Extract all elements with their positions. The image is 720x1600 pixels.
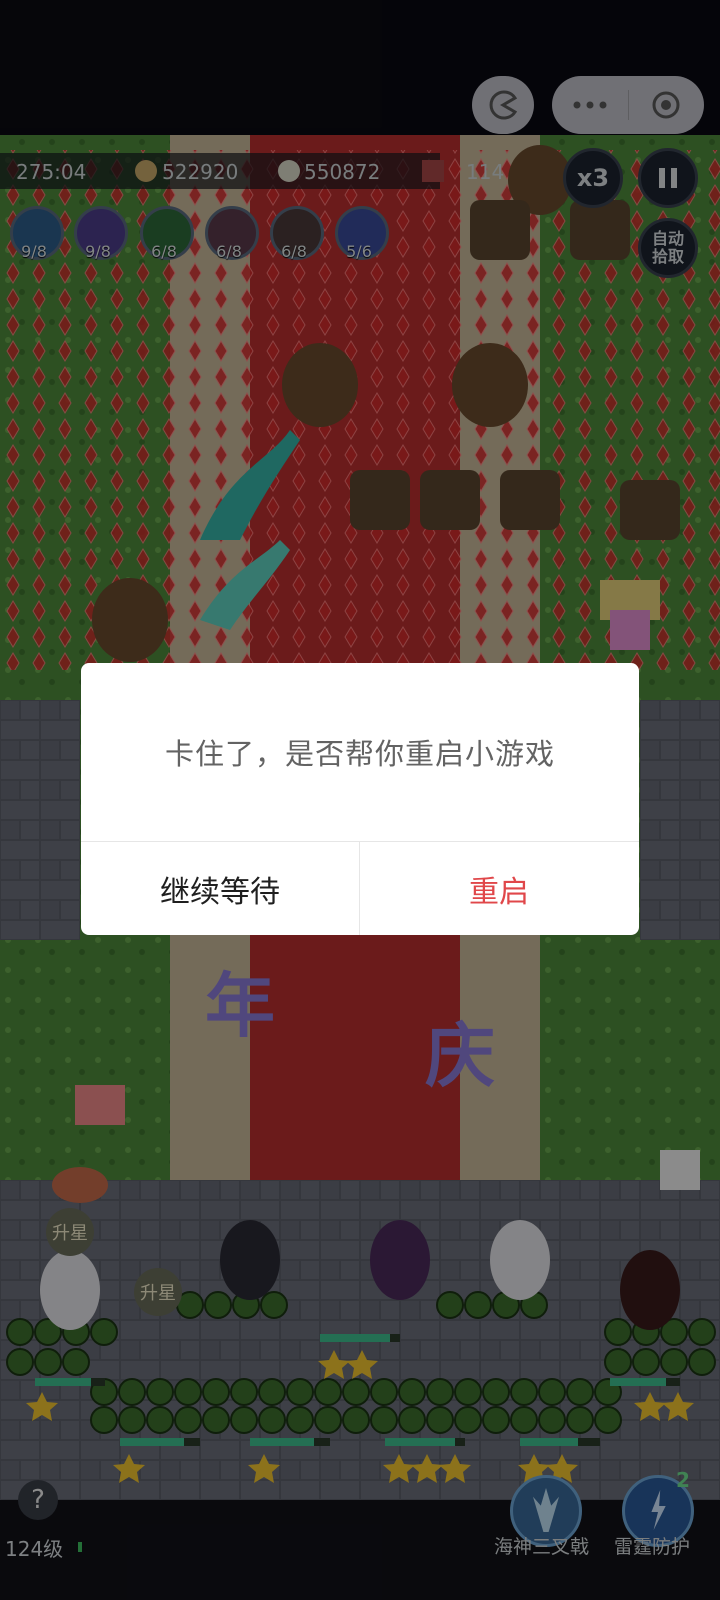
restart-button[interactable]: 重启 (360, 842, 638, 935)
pacman-icon (489, 90, 518, 120)
capsule-menu (552, 76, 704, 134)
close-button[interactable] (629, 76, 704, 134)
continue-waiting-button[interactable]: 继续等待 (81, 842, 359, 935)
target-close-icon (652, 91, 680, 119)
more-button[interactable] (552, 76, 628, 134)
dialog-message: 卡住了，是否帮你重启小游戏 (164, 737, 555, 771)
restart-dialog: 卡住了，是否帮你重启小游戏 继续等待 重启 (81, 663, 639, 935)
more-dots-icon (573, 101, 607, 109)
game-menu-button[interactable] (472, 76, 534, 134)
